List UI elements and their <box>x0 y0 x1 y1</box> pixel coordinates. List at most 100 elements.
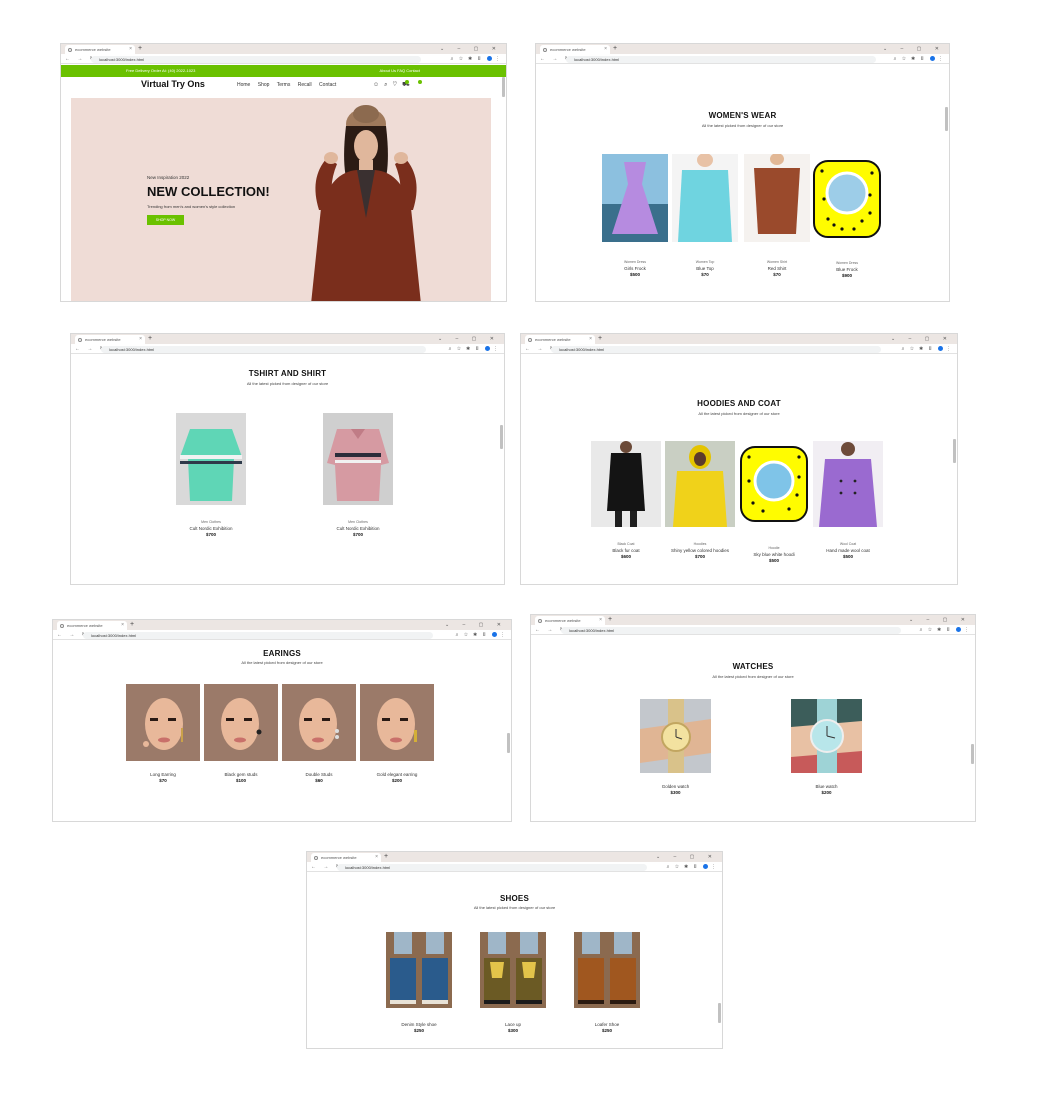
heart-icon[interactable]: ♡ <box>393 82 403 88</box>
scrollbar[interactable] <box>945 107 948 131</box>
product-name[interactable]: Loafer Shoe <box>574 1022 640 1027</box>
scrollbar[interactable] <box>502 77 505 97</box>
browser-tab[interactable]: ecommerce website × <box>75 335 145 344</box>
window-controls[interactable]: ⌄ – ▢ ✕ <box>909 615 971 625</box>
extensions-icons[interactable]: ⌕ ☆ ✱ ▯ ⋮ <box>902 344 953 354</box>
product-name[interactable]: Hand made wool coat <box>813 548 883 553</box>
profile-icon[interactable] <box>486 56 492 62</box>
browser-tab[interactable]: ecommerce website × <box>535 616 605 625</box>
profile-icon[interactable] <box>955 627 961 633</box>
product-card[interactable]: Gold elegant earring $200 <box>360 684 434 783</box>
product-image[interactable] <box>323 413 393 505</box>
product-card[interactable]: Hoodies Shiny yellow colored hoodies $70… <box>665 441 735 559</box>
product-image[interactable] <box>591 441 661 527</box>
url-field[interactable]: localhost:3000/index.html <box>561 627 901 634</box>
scrollbar[interactable] <box>971 744 974 764</box>
url-field[interactable]: localhost:3000/index.html <box>551 346 881 353</box>
product-image[interactable] <box>672 154 738 242</box>
new-tab-icon[interactable]: + <box>148 334 152 344</box>
product-card[interactable]: Men Clothes Cult Nordic Exhibition $700 <box>176 413 246 537</box>
close-icon[interactable]: × <box>375 853 378 862</box>
extensions-icons[interactable]: ⌕ ☆ ✱ ▯ ⋮ <box>667 862 718 872</box>
product-card[interactable]: Black Coat Black fur coat $600 <box>591 441 661 559</box>
product-image[interactable] <box>640 699 711 773</box>
search-icon[interactable]: ⌕ <box>384 82 392 88</box>
browser-tab[interactable]: ecommerce website × <box>65 45 135 54</box>
product-name[interactable]: Golden watch <box>640 784 711 789</box>
product-name[interactable]: Blue Frock <box>812 267 882 272</box>
product-card[interactable]: Denim Style shoe $250 <box>386 932 452 1033</box>
new-tab-icon[interactable]: + <box>130 620 134 630</box>
url-field[interactable]: localhost:3000/index.html <box>83 632 433 639</box>
scrollbar[interactable] <box>500 425 503 449</box>
browser-tab[interactable]: ecommerce website × <box>540 45 610 54</box>
url-field[interactable]: localhost:3000/index.html <box>91 56 421 63</box>
product-card[interactable]: Double Studs $60 <box>282 684 356 783</box>
product-name[interactable]: Cult Nordic Exhibition <box>323 526 393 531</box>
menu-item-home[interactable]: Home <box>237 82 250 88</box>
product-name[interactable]: Long Earring <box>126 772 200 777</box>
product-image[interactable] <box>282 684 356 761</box>
product-card[interactable]: Women Top Blue Top $70 <box>672 154 738 277</box>
product-card[interactable]: Golden watch $300 <box>640 699 711 795</box>
close-icon[interactable]: × <box>121 621 124 630</box>
product-name[interactable]: Denim Style shoe <box>386 1022 452 1027</box>
profile-icon[interactable] <box>937 346 943 352</box>
product-name[interactable]: Blue watch <box>791 784 862 789</box>
new-tab-icon[interactable]: + <box>608 615 612 625</box>
product-card[interactable]: Loafer Shoe $250 <box>574 932 640 1033</box>
close-icon[interactable]: × <box>129 45 132 54</box>
window-controls[interactable]: ⌄ – ▢ ✕ <box>440 44 502 54</box>
product-image[interactable] <box>813 441 883 527</box>
close-icon[interactable]: × <box>589 335 592 344</box>
new-tab-icon[interactable]: + <box>613 44 617 54</box>
product-card[interactable]: Wool Coat Hand made wool coat $500 <box>813 441 883 559</box>
user-icon[interactable]: ☺ <box>373 82 384 88</box>
scrollbar[interactable] <box>953 439 956 463</box>
new-tab-icon[interactable]: + <box>138 44 142 54</box>
profile-icon[interactable] <box>484 346 490 352</box>
product-image[interactable] <box>204 684 278 761</box>
product-image[interactable] <box>386 932 452 1008</box>
product-image[interactable] <box>744 154 810 242</box>
menu-item-shop[interactable]: Shop <box>258 82 270 88</box>
product-card[interactable]: Lace up $300 <box>480 932 546 1033</box>
close-icon[interactable]: × <box>139 335 142 344</box>
profile-icon[interactable] <box>929 56 935 62</box>
new-tab-icon[interactable]: + <box>598 334 602 344</box>
product-name[interactable]: Blue Top <box>672 266 738 271</box>
product-name[interactable]: Shiny yellow colored hoodies <box>665 548 735 553</box>
product-image[interactable] <box>176 413 246 505</box>
browser-tab[interactable]: ecommerce website × <box>311 853 381 862</box>
product-card[interactable]: Long Earring $70 <box>126 684 200 783</box>
product-name[interactable]: Gold elegant earring <box>360 772 434 777</box>
url-field[interactable]: localhost:3000/index.html <box>101 346 426 353</box>
product-name[interactable]: Cult Nordic Exhibition <box>176 526 246 531</box>
product-name[interactable]: Lace up <box>480 1022 546 1027</box>
window-controls[interactable]: ⌄ – ▢ ✕ <box>438 334 500 344</box>
menu-item-recall[interactable]: Recall <box>298 82 312 88</box>
extensions-icons[interactable]: ⌕ ☆ ✱ ▯ ⋮ <box>451 54 502 64</box>
product-card[interactable]: Men Clothes Cult Nordic Exhibition $700 <box>323 413 393 537</box>
menu-item-contact[interactable]: Contact <box>319 82 336 88</box>
product-card[interactable]: Hoodie Sky blue white hoodi $500 <box>739 445 809 563</box>
product-name[interactable]: Black gem studs <box>204 772 278 777</box>
extensions-icons[interactable]: ⌕ ☆ ✱ ▯ ⋮ <box>449 344 500 354</box>
window-controls[interactable]: ⌄ – ▢ ✕ <box>445 620 507 630</box>
snapcode-image[interactable] <box>739 445 809 523</box>
window-controls[interactable]: ⌄ – ▢ ✕ <box>883 44 945 54</box>
shop-now-button[interactable]: SHOP NOW <box>147 215 184 225</box>
scrollbar[interactable] <box>718 1003 721 1023</box>
close-icon[interactable]: × <box>604 45 607 54</box>
scrollbar[interactable] <box>507 733 510 753</box>
product-name[interactable]: Black fur coat <box>591 548 661 553</box>
product-image[interactable] <box>480 932 546 1008</box>
browser-tab[interactable]: ecommerce website × <box>57 621 127 630</box>
menu-item-terms[interactable]: Terms <box>277 82 291 88</box>
new-tab-icon[interactable]: + <box>384 852 388 862</box>
browser-tab[interactable]: ecommerce website × <box>525 335 595 344</box>
brand-logo[interactable]: Virtual Try Ons <box>141 79 205 89</box>
extensions-icons[interactable]: ⌕ ☆ ✱ ▯ ⋮ <box>456 630 507 640</box>
product-card[interactable]: Women Shirt Red Shirt $70 <box>744 154 810 277</box>
top-links[interactable]: About Us FAQ Contact <box>380 65 420 77</box>
